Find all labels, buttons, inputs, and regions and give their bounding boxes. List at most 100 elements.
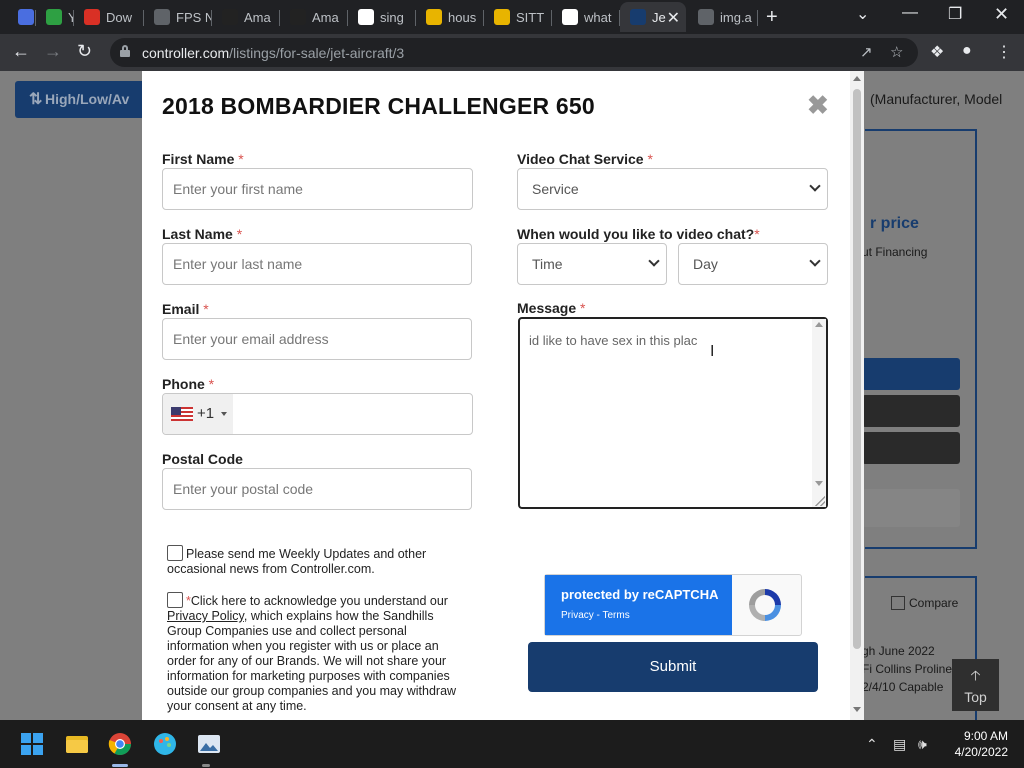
browser-tab[interactable]: what xyxy=(552,2,620,32)
listing-detail-line: Fi Collins Proline xyxy=(862,662,953,676)
chrome-icon[interactable] xyxy=(108,732,132,756)
message-textarea[interactable]: id like to have sex in this plac xyxy=(518,317,828,509)
call-button[interactable] xyxy=(862,432,960,464)
postal-code-label: Postal Code xyxy=(162,451,243,467)
share-icon[interactable]: ↗ xyxy=(860,43,873,61)
search-placeholder: (Manufacturer, Model xyxy=(870,91,1003,107)
restore-icon[interactable]: ❐ xyxy=(948,4,962,24)
video-chat-modal: 2018 BOMBARDIER CHALLENGER 650 ✖ First N… xyxy=(142,71,850,720)
clock-time: 9:00 AM xyxy=(963,729,1008,743)
browser-tab-label: sing xyxy=(380,9,404,25)
recaptcha-title: protected by reCAPTCHA xyxy=(561,587,719,602)
page-content: ⇅ High/Low/Av (Manufacturer, Model r pri… xyxy=(0,71,1024,720)
browser-tab-label: Ama xyxy=(312,9,339,25)
paint-app-icon[interactable] xyxy=(153,732,177,756)
browser-tab[interactable]: Ama xyxy=(212,2,280,32)
back-icon[interactable]: ← xyxy=(12,41,30,62)
text-cursor-icon: I xyxy=(710,343,715,360)
contact-seller-button[interactable] xyxy=(862,358,960,390)
tab-search-icon[interactable]: ⌄ xyxy=(856,4,869,24)
tab-close-icon[interactable]: ✕ xyxy=(667,8,680,28)
email-input[interactable]: Enter your email address xyxy=(162,318,472,360)
browser-tab[interactable]: FPS N xyxy=(144,2,212,32)
network-icon[interactable]: ▤ xyxy=(893,736,906,753)
last-name-placeholder: Enter your last name xyxy=(173,256,303,272)
compare-checkbox[interactable] xyxy=(891,596,905,610)
recaptcha-badge[interactable]: protected by reCAPTCHA Privacy - Terms xyxy=(544,574,802,636)
new-tab-button[interactable]: + xyxy=(766,6,778,29)
browser-tab[interactable]: hous xyxy=(416,2,484,32)
browser-tab[interactable]: img.a xyxy=(688,2,758,32)
compare-toggle[interactable]: Compare xyxy=(891,596,958,610)
phone-input[interactable]: +1 xyxy=(162,393,473,435)
recaptcha-links[interactable]: Privacy - Terms xyxy=(561,610,630,621)
recaptcha-logo-icon xyxy=(749,589,781,621)
browser-tab[interactable]: Je ✕ xyxy=(620,2,686,32)
window-close-icon[interactable]: ✕ xyxy=(994,4,1009,25)
scroll-down-icon[interactable] xyxy=(853,707,861,712)
video-service-select[interactable]: Service xyxy=(517,168,828,210)
browser-toolbar: ← → ↻ controller.com/listings/for-sale/j… xyxy=(0,34,1024,71)
video-service-value: Service xyxy=(532,181,579,197)
tray-chevron-up-icon[interactable]: ⌃ xyxy=(866,736,878,753)
arrow-up-icon: 🡡 xyxy=(970,667,981,683)
last-name-input[interactable]: Enter your last name xyxy=(162,243,472,285)
time-select[interactable]: Time xyxy=(517,243,667,285)
video-when-label: When would you like to video chat?* xyxy=(517,226,760,242)
bookmark-star-icon[interactable]: ☆ xyxy=(890,43,903,61)
first-name-input[interactable]: Enter your first name xyxy=(162,168,473,210)
scroll-up-icon[interactable] xyxy=(815,322,823,327)
modal-close-icon[interactable]: ✖ xyxy=(807,90,829,121)
submit-button[interactable]: Submit xyxy=(528,642,818,692)
minimize-icon[interactable]: — xyxy=(902,4,918,22)
recaptcha-label-panel: protected by reCAPTCHA Privacy - Terms xyxy=(545,575,732,635)
extensions-puzzle-icon[interactable]: ❖ xyxy=(930,42,944,62)
resize-grip-icon[interactable] xyxy=(815,496,825,506)
reload-icon[interactable]: ↻ xyxy=(77,41,92,62)
day-select[interactable]: Day xyxy=(678,243,828,285)
profile-avatar-icon[interactable]: ● xyxy=(962,42,972,60)
acknowledge-text: *Click here to acknowledge you understan… xyxy=(167,594,457,713)
browser-menu-icon[interactable]: ⋮ xyxy=(996,42,1012,62)
financing-link[interactable]: ut Financing xyxy=(862,245,927,259)
dial-code: +1 xyxy=(197,405,215,422)
running-app-indicator xyxy=(202,764,210,767)
browser-tab[interactable]: SITT xyxy=(484,2,552,32)
message-scrollbar[interactable] xyxy=(812,319,826,507)
postal-code-input[interactable]: Enter your postal code xyxy=(162,468,472,510)
page-scrollbar[interactable] xyxy=(850,71,864,720)
country-code-dropdown[interactable]: +1 xyxy=(163,394,233,434)
browser-tab[interactable]: Y xyxy=(36,2,74,32)
scrollbar-thumb[interactable] xyxy=(853,89,861,649)
address-bar[interactable]: controller.com/listings/for-sale/jet-air… xyxy=(110,38,918,67)
browser-tab[interactable]: Ama xyxy=(280,2,348,32)
browser-tab[interactable]: sing xyxy=(348,2,416,32)
privacy-policy-link[interactable]: Privacy Policy xyxy=(167,609,244,623)
browser-tab[interactable] xyxy=(8,2,36,32)
volume-icon[interactable]: 🕪 xyxy=(918,736,927,753)
search-input[interactable]: (Manufacturer, Model xyxy=(862,81,1012,118)
windows-start-icon[interactable] xyxy=(20,732,44,756)
first-name-placeholder: Enter your first name xyxy=(173,181,303,197)
system-clock[interactable]: 9:00 AM 4/20/2022 xyxy=(942,728,1008,760)
scroll-down-icon[interactable] xyxy=(815,481,823,486)
browser-tab-label: Je xyxy=(652,9,666,25)
file-explorer-icon[interactable] xyxy=(65,732,89,756)
bar-icon xyxy=(426,9,442,25)
browser-tab[interactable]: Dow xyxy=(74,2,144,32)
lock-icon[interactable] xyxy=(120,45,130,57)
sort-button[interactable]: ⇅ High/Low/Av xyxy=(15,81,155,118)
sort-arrows-icon: ⇅ xyxy=(29,91,43,108)
photos-app-icon[interactable] xyxy=(197,732,221,756)
back-to-top-button[interactable]: 🡡 Top xyxy=(952,659,999,711)
amazon-icon xyxy=(222,9,238,25)
video-icon xyxy=(18,9,34,25)
secondary-button[interactable] xyxy=(862,489,960,527)
forward-icon[interactable]: → xyxy=(44,41,62,62)
chevron-down-icon xyxy=(809,255,821,267)
browser-tab-strip: Y Dow FPS N Ama Ama sing hous SITT what Je ✕ img.a … xyxy=(0,0,1024,34)
video-chat-button[interactable] xyxy=(862,395,960,427)
url-text[interactable]: controller.com/listings/for-sale/jet-air… xyxy=(142,45,404,61)
scroll-up-icon[interactable] xyxy=(853,76,861,81)
first-name-label: First Name * xyxy=(162,151,244,167)
